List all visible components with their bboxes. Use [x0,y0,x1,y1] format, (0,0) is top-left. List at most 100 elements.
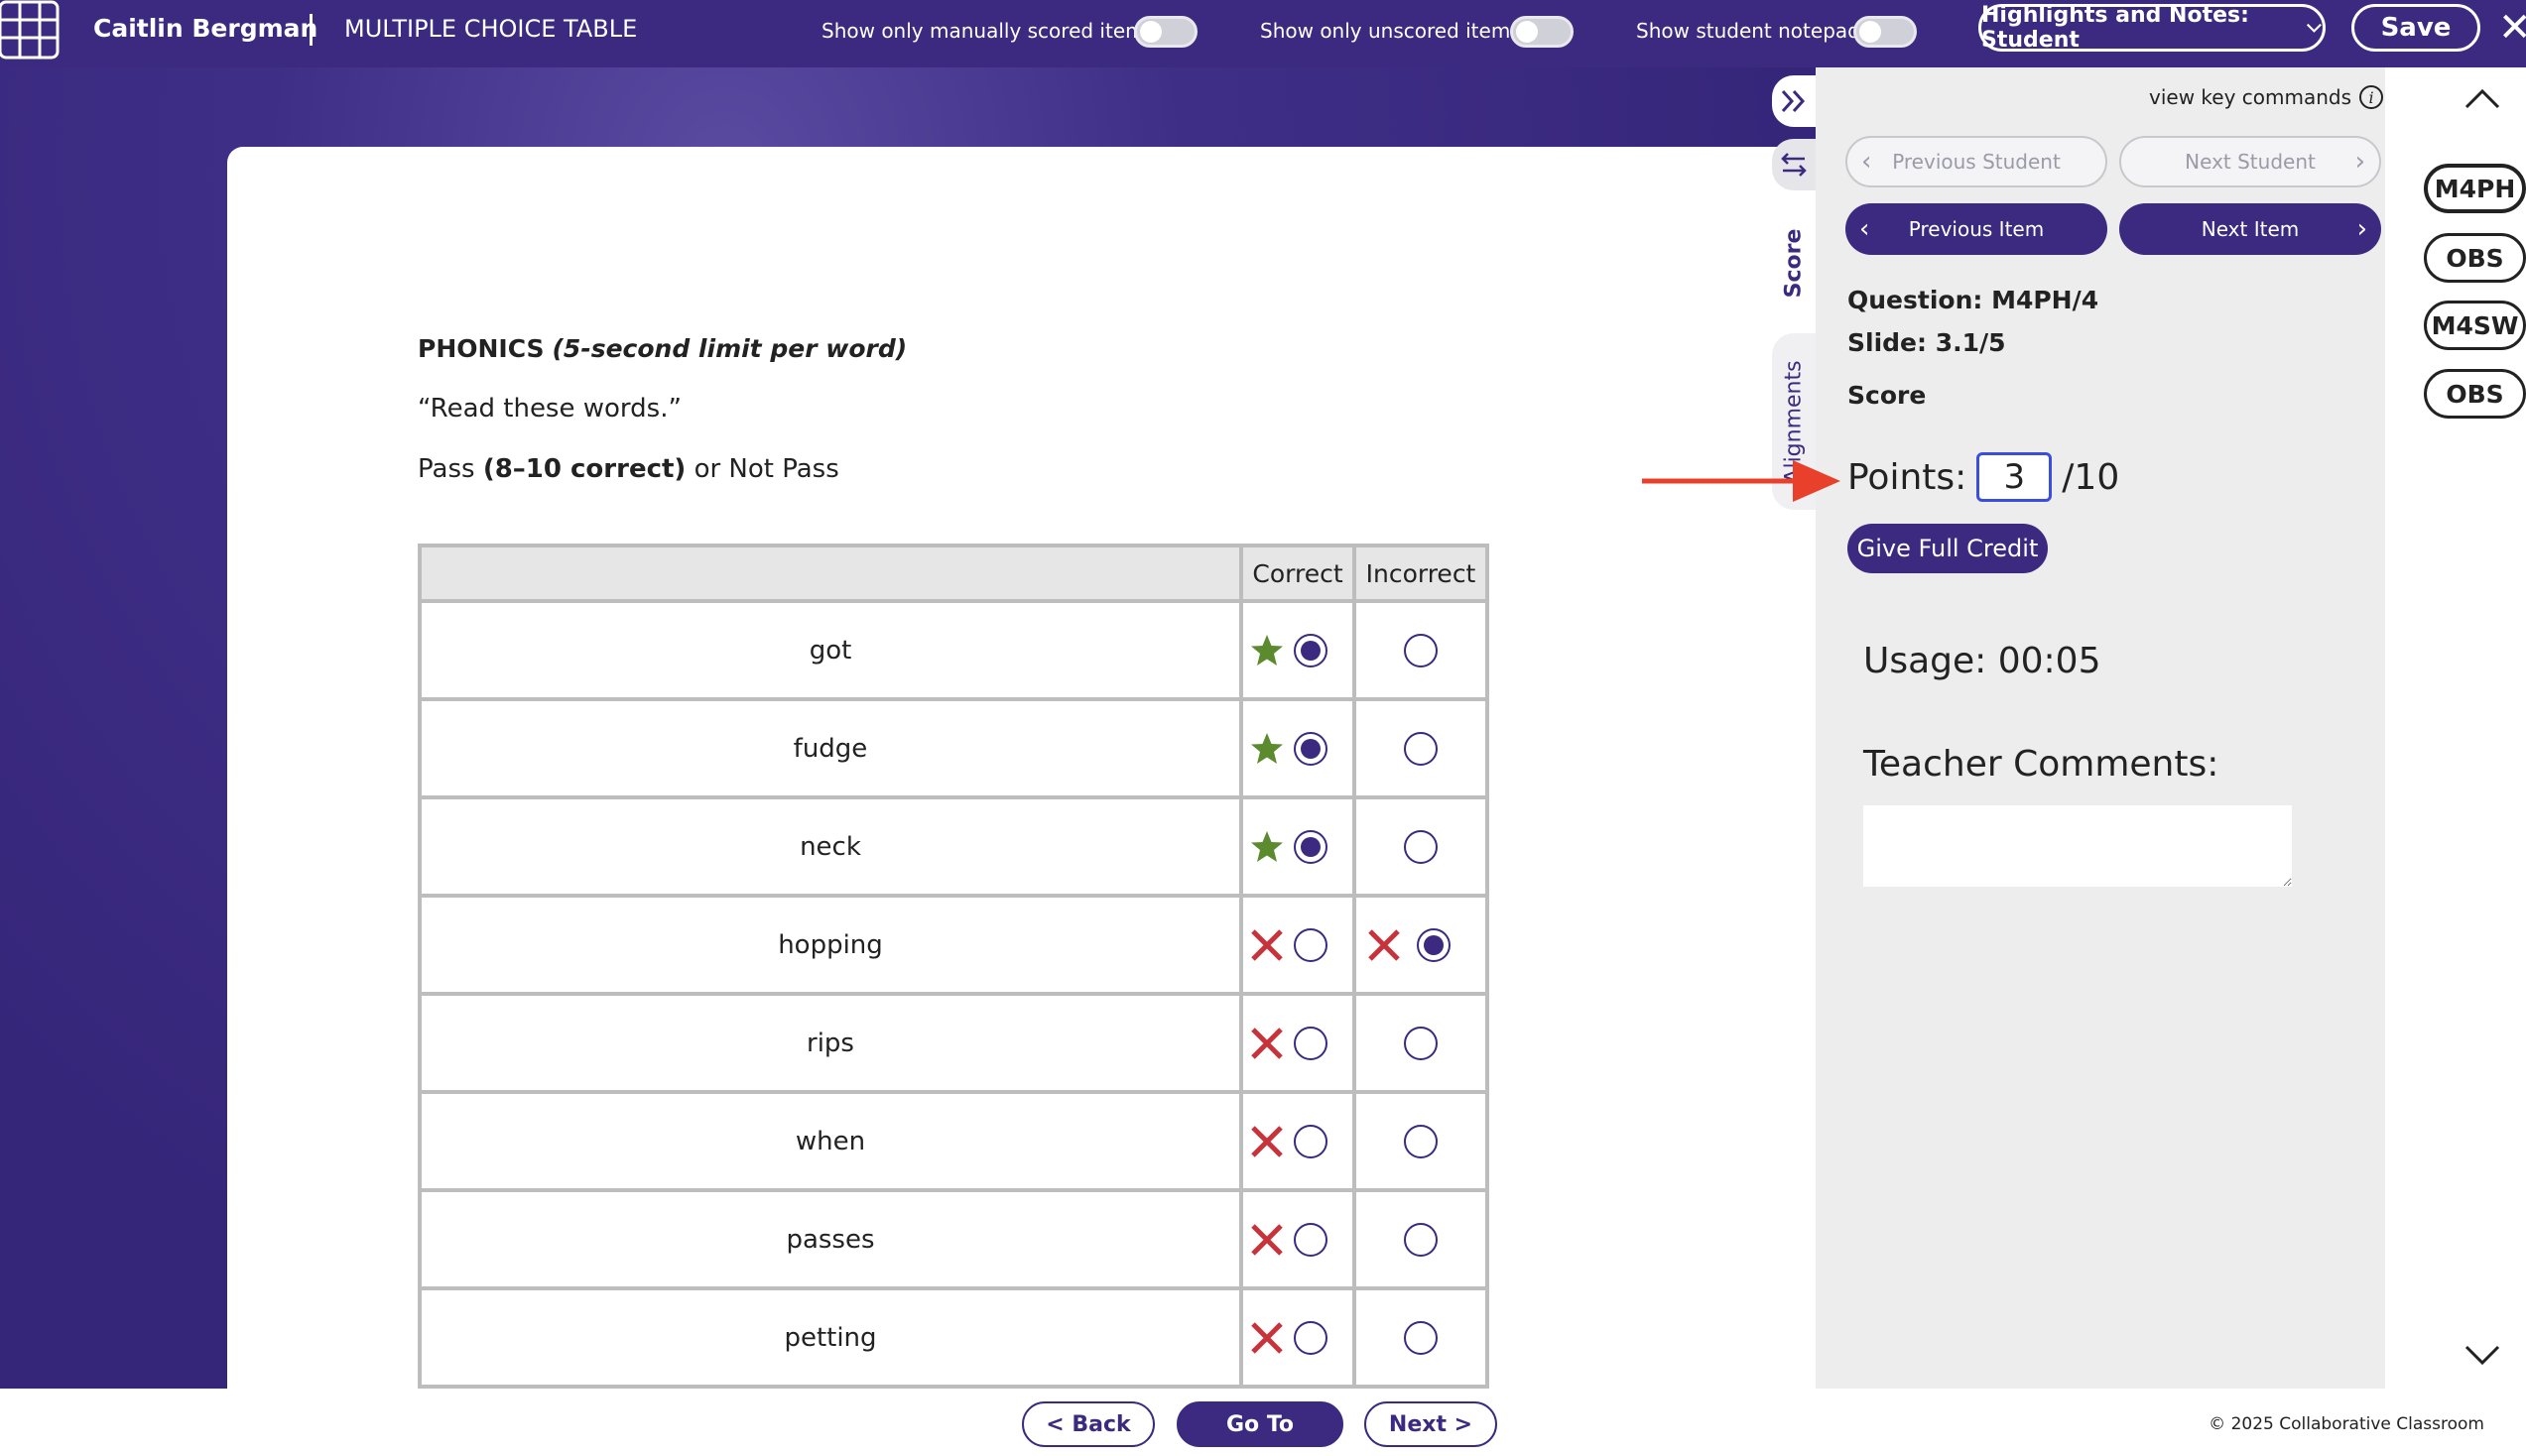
manual-scored-toggle[interactable] [1134,16,1198,48]
word-cell: neck [418,795,1243,898]
incorrect-radio[interactable] [1404,633,1438,667]
incorrect-radio[interactable] [1404,731,1438,766]
star-icon [1249,731,1285,767]
unscored-toggle-label: Show only unscored items: [1260,19,1528,43]
previous-student-button[interactable]: ‹ Previous Student [1845,136,2107,187]
word-cell: passes [418,1188,1243,1290]
incorrect-cell [1352,795,1489,898]
back-button[interactable]: < Back [1022,1401,1155,1447]
question-chip-obs[interactable]: OBS [2424,233,2526,283]
swap-view-tab[interactable] [1772,139,1816,190]
pass-prefix: Pass [418,454,475,484]
correct-cell [1239,795,1356,898]
x-icon [1366,927,1402,963]
correct-cell [1239,1090,1356,1192]
chevron-right-icon: › [2354,147,2365,177]
incorrect-cell [1352,992,1489,1094]
table-row: petting [418,1286,1489,1389]
points-input[interactable] [1976,452,2053,502]
highlights-dropdown-label: Highlights and Notes: Student [1981,3,2249,53]
phonics-heading-bold: PHONICS [418,334,545,363]
teacher-comments-input[interactable] [1863,805,2292,887]
close-icon[interactable]: ✕ [2498,4,2526,52]
incorrect-radio[interactable] [1404,1026,1438,1060]
info-icon: i [2359,85,2384,109]
correct-radio[interactable] [1294,1124,1327,1158]
column-header-correct: Correct [1239,544,1356,603]
save-button[interactable]: Save [2351,4,2480,52]
double-chevron-right-icon [1781,89,1806,113]
pass-threshold: (8–10 correct) [482,454,687,484]
correct-radio[interactable] [1294,927,1327,962]
word-cell: got [418,599,1243,701]
incorrect-cell [1352,894,1489,996]
copyright-text: © 2025 Collaborative Classroom [2209,1414,2484,1434]
correct-radio[interactable] [1294,1026,1327,1060]
table-row: hopping [418,894,1489,996]
next-student-label: Next Student [2185,150,2316,174]
next-student-button[interactable]: Next Student › [2119,136,2381,187]
unscored-toggle[interactable] [1510,16,1574,48]
table-header-row: Correct Incorrect [418,544,1489,603]
score-heading: Score [1847,381,1927,410]
chevron-left-icon: ‹ [1859,214,1870,244]
tab-score[interactable]: Score [1772,208,1816,317]
incorrect-cell [1352,1188,1489,1290]
title-separator [310,14,313,46]
question-chip-obs-2[interactable]: OBS [2424,369,2526,419]
previous-student-label: Previous Student [1892,150,2061,174]
incorrect-radio[interactable] [1404,829,1438,864]
manual-scored-toggle-label: Show only manually scored items: [821,19,1162,43]
next-button[interactable]: Next > [1364,1401,1497,1447]
slide-number: Slide: 3.1/5 [1847,328,2006,357]
pass-suffix: or Not Pass [694,454,839,484]
correct-cell [1239,1188,1356,1290]
view-key-commands-link[interactable]: view key commands i [2149,85,2384,109]
points-label: Points: [1847,456,1967,498]
star-icon [1249,829,1285,865]
top-bar: Caitlin Bergman MULTIPLE CHOICE TABLE Sh… [0,0,2526,67]
correct-radio[interactable] [1294,1320,1327,1355]
question-chip-m4ph[interactable]: M4PH [2424,164,2526,213]
grid-menu-icon[interactable] [0,0,60,60]
word-cell: petting [418,1286,1243,1389]
correct-radio[interactable] [1294,829,1327,864]
chevron-down-icon [2307,23,2323,33]
incorrect-cell [1352,1286,1489,1389]
collapse-panel-tab[interactable] [1772,75,1816,127]
incorrect-radio[interactable] [1404,1320,1438,1355]
correct-cell [1239,992,1356,1094]
multiple-choice-table: Correct Incorrect got fudge neck hopping rip… [418,544,1489,1389]
question-chip-m4sw[interactable]: M4SW [2424,301,2526,350]
correct-radio[interactable] [1294,633,1327,667]
page-type-title: MULTIPLE CHOICE TABLE [344,15,638,43]
previous-item-button[interactable]: ‹ Previous Item [1845,203,2107,255]
student-name: Caitlin Bergman [93,14,318,43]
highlights-notes-dropdown[interactable]: Highlights and Notes: Student [1978,3,2326,53]
table-row: got [418,599,1489,701]
x-icon [1249,1222,1285,1258]
chevron-up-icon[interactable] [2463,79,2502,119]
incorrect-radio[interactable] [1417,927,1451,962]
incorrect-cell [1352,599,1489,701]
word-cell: fudge [418,697,1243,799]
give-full-credit-button[interactable]: Give Full Credit [1847,524,2048,573]
go-to-button[interactable]: Go To [1177,1401,1343,1447]
next-item-button[interactable]: Next Item › [2119,203,2381,255]
question-id: Question: M4PH/4 [1847,286,2099,314]
teacher-comments-label: Teacher Comments: [1863,744,2219,785]
notepad-toggle-label: Show student notepad: [1636,19,1867,43]
points-total: /10 [2062,456,2120,498]
correct-radio[interactable] [1294,1222,1327,1257]
word-cell: hopping [418,894,1243,996]
incorrect-radio[interactable] [1404,1222,1438,1257]
points-row: Points: /10 [1847,452,2119,502]
incorrect-radio[interactable] [1404,1124,1438,1158]
next-item-label: Next Item [2201,217,2300,241]
column-header-incorrect: Incorrect [1352,544,1489,603]
pass-criteria: Pass (8–10 correct) or Not Pass [418,454,839,484]
chevron-down-icon[interactable] [2463,1335,2502,1375]
notepad-toggle[interactable] [1853,16,1917,48]
tab-score-label: Score [1781,228,1807,298]
correct-radio[interactable] [1294,731,1327,766]
